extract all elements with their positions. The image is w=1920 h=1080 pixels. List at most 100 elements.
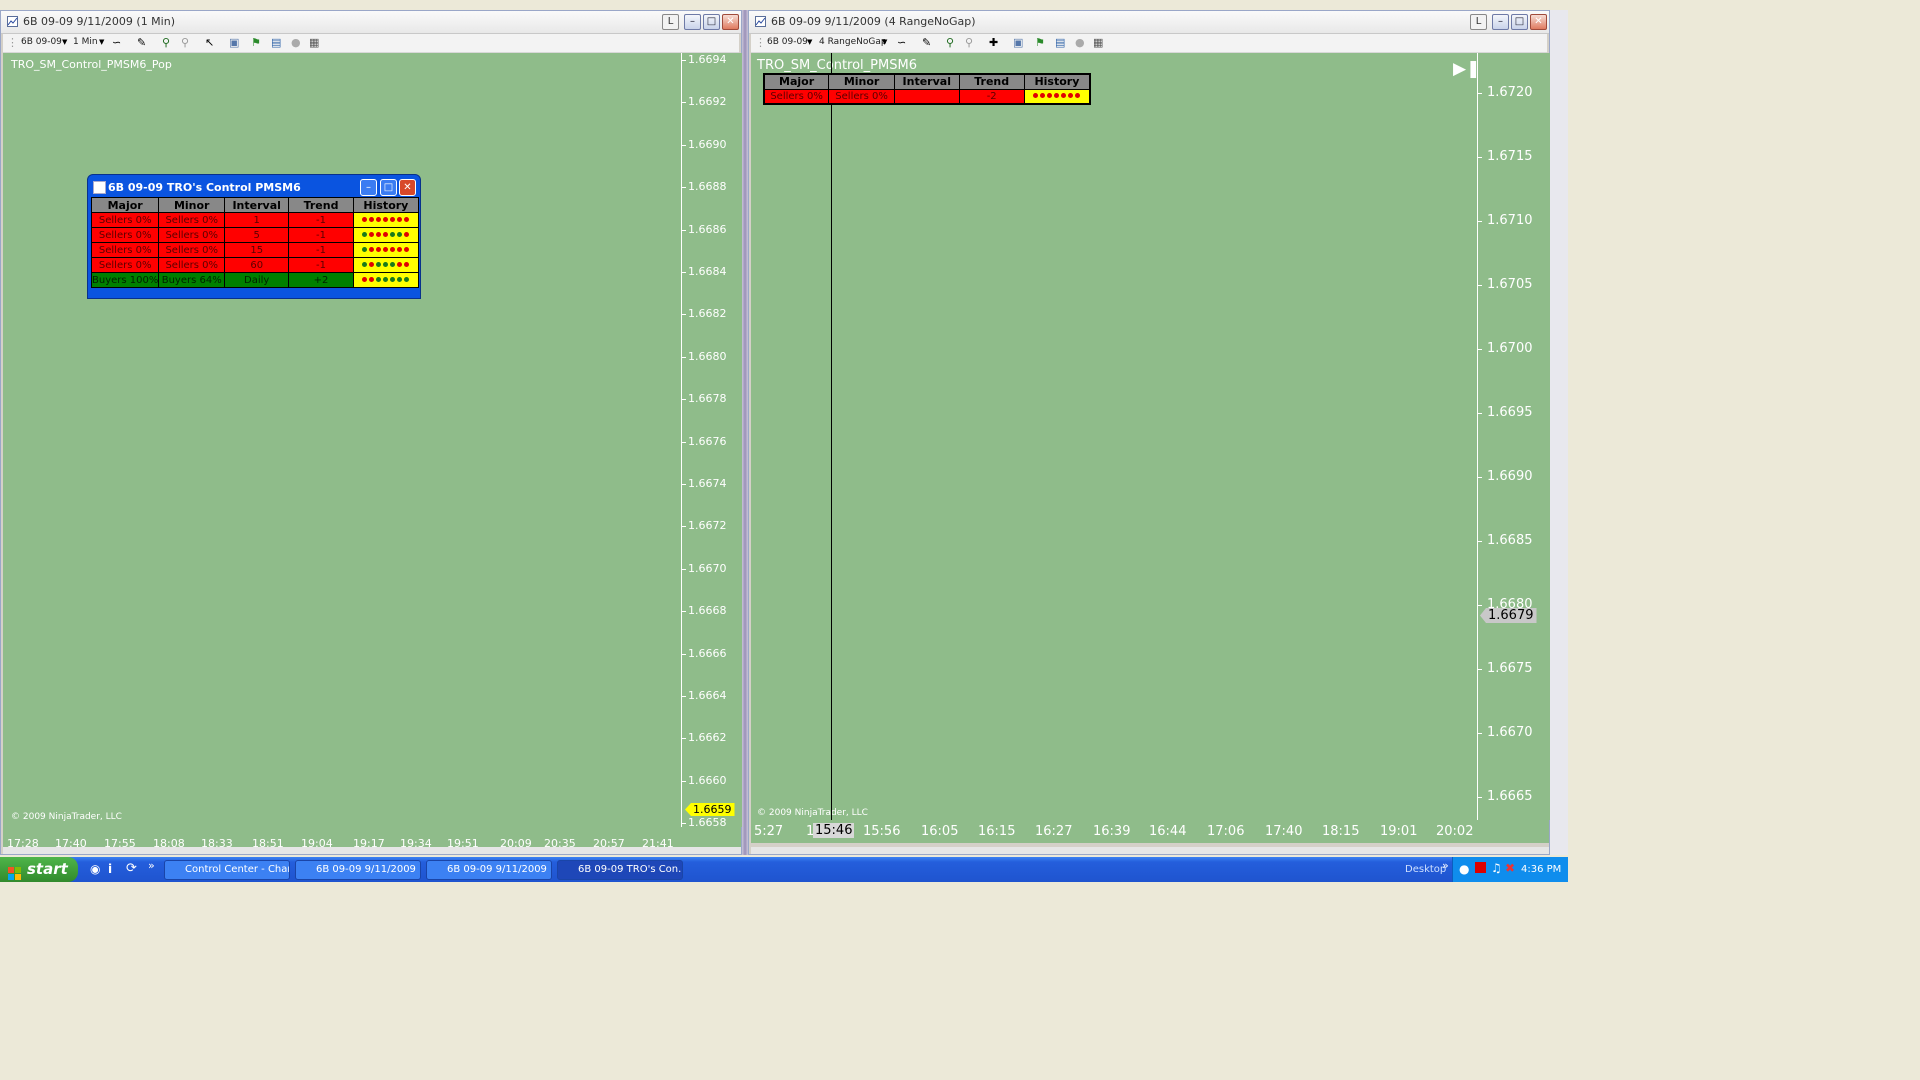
price-tick (1478, 733, 1482, 734)
right-time-axis[interactable]: 5:27 1 15:56 16:05 16:15 16:27 16:39 16:44 17:06… (751, 820, 1549, 843)
close-button[interactable]: ✕ (1530, 14, 1547, 30)
left-scrollbar[interactable] (3, 847, 741, 854)
price-label: 1.6670 (1487, 725, 1533, 740)
right-title-bar[interactable]: 6B 09-09 9/11/2009 (4 RangeNoGap) L – □ … (749, 11, 1549, 34)
left-title-bar[interactable]: 6B 09-09 9/11/2009 (1 Min) L – □ ✕ (1, 11, 741, 34)
chevron-down-icon[interactable]: ▼ (99, 36, 104, 49)
trend-cell: -1 (288, 212, 354, 228)
table-row: Sellers 0% Sellers 0% 15 -1 (90, 242, 420, 258)
history-dot (390, 232, 396, 237)
chevron-down-icon[interactable]: ▼ (882, 36, 887, 49)
quick-launch-info-icon[interactable]: i (108, 862, 112, 876)
price-label: 1.6684 (688, 265, 727, 278)
taskbar-button-chart-1min[interactable]: 6B 09-09 9/11/2009 ... (295, 860, 421, 880)
zoom-in-icon[interactable]: ⚲ (946, 36, 954, 49)
indicators-icon[interactable]: ▤ (1055, 36, 1065, 49)
chevron-down-icon[interactable]: ▼ (807, 36, 812, 49)
link-button[interactable]: L (662, 14, 679, 30)
table-header-row: Major Minor Interval Trend History (763, 73, 1091, 90)
left-chart-window[interactable]: 6B 09-09 9/11/2009 (1 Min) L – □ ✕ ⋮ 6B … (0, 10, 742, 855)
tray-volume-icon[interactable]: ♫ (1491, 861, 1502, 875)
indicator-label: TRO_SM_Control_PMSM6_Pop (11, 58, 172, 71)
strategy-icon[interactable]: ⚑ (251, 36, 261, 49)
tray-app-icon[interactable] (1475, 862, 1486, 873)
interval-selector[interactable]: 1 Min (73, 37, 98, 47)
quick-launch-browser-icon[interactable]: ◉ (90, 862, 100, 876)
maximize-button[interactable]: □ (380, 179, 397, 196)
crosshair-icon[interactable]: ✚ (989, 36, 998, 49)
indicators-icon[interactable]: ▤ (271, 36, 281, 49)
maximize-button[interactable]: □ (703, 14, 720, 30)
zoom-out-icon[interactable]: ⚲ (181, 36, 189, 49)
properties-icon[interactable]: ● (1075, 36, 1085, 49)
price-tick (1478, 93, 1482, 94)
desktop-toolbar-label[interactable]: Desktop (1405, 864, 1446, 875)
quick-launch-more-icon[interactable]: » (148, 859, 155, 872)
minor-cell: Buyers 64% (158, 272, 226, 288)
instrument-selector[interactable]: 6B 09-09 (21, 37, 62, 47)
close-button[interactable]: ✕ (722, 14, 739, 30)
cursor-icon[interactable]: ↖ (205, 36, 214, 49)
minimize-button[interactable]: – (360, 179, 377, 196)
taskbar-button-control-center[interactable]: Control Center - Char... (164, 860, 290, 880)
tray-security-icon[interactable]: ✖ (1505, 861, 1515, 875)
history-dot (369, 262, 375, 267)
maximize-button[interactable]: □ (1511, 14, 1528, 30)
history-dot (1061, 93, 1067, 99)
instrument-selector[interactable]: 6B 09-09 (767, 37, 808, 47)
more-icon[interactable]: » (1442, 859, 1449, 872)
link-button[interactable]: L (1470, 14, 1487, 30)
snapshot-icon[interactable]: ▣ (1013, 36, 1023, 49)
interval-selector[interactable]: 4 RangeNoGap (819, 37, 887, 47)
time-label: 16:44 (1149, 824, 1187, 839)
left-price-axis[interactable]: 1.6694 1.6692 1.6690 1.6688 1.6686 1.6684 1.66… (681, 53, 742, 829)
column-header: Major (90, 197, 160, 213)
major-cell: Sellers 0% (763, 88, 830, 105)
right-price-panel[interactable]: TRO_SM_Control_PMSM6 © 2009 NinjaTrader,… (751, 53, 1480, 820)
price-label: 1.6710 (1487, 213, 1533, 228)
price-tick (1478, 605, 1482, 606)
minimize-button[interactable]: – (1492, 14, 1509, 30)
pencil-icon[interactable]: ✎ (137, 36, 146, 49)
zoom-out-icon[interactable]: ⚲ (965, 36, 973, 49)
left-price-panel[interactable]: TRO_SM_Control_PMSM6_Pop © 2009 NinjaTra… (3, 53, 681, 827)
data-box-icon[interactable]: ▦ (1093, 36, 1103, 49)
chevron-down-icon[interactable]: ▼ (62, 36, 67, 49)
pencil-icon[interactable]: ✎ (922, 36, 931, 49)
control-table: Major Minor Interval Trend History Selle… (763, 73, 1091, 105)
tray-network-icon[interactable]: ● (1459, 862, 1469, 876)
drawing-tools-icon[interactable]: ∽ (112, 36, 121, 49)
price-tick (1478, 157, 1482, 158)
zoom-in-icon[interactable]: ⚲ (162, 36, 170, 49)
price-label: 1.6690 (688, 137, 727, 151)
snapshot-icon[interactable]: ▣ (229, 36, 239, 49)
price-label: 1.6675 (1487, 661, 1533, 676)
price-label: 1.6690 (1487, 469, 1533, 484)
column-header: Interval (893, 73, 960, 90)
right-scrollbar[interactable] (751, 847, 1549, 854)
price-tick (682, 187, 686, 189)
drawing-tools-icon[interactable]: ∽ (897, 36, 906, 49)
history-dot (376, 217, 382, 222)
price-tick (682, 314, 686, 316)
price-tick (1478, 285, 1482, 286)
price-label: 1.6695 (1487, 405, 1533, 420)
right-price-axis[interactable]: 1.6720 1.6715 1.6710 1.6705 1.6700 1.6695 1.66… (1477, 53, 1550, 820)
price-tick (682, 738, 686, 740)
history-dot (404, 247, 410, 252)
right-chart-window[interactable]: 6B 09-09 9/11/2009 (4 RangeNoGap) L – □ … (748, 10, 1550, 855)
data-box-icon[interactable]: ▦ (309, 36, 319, 49)
properties-icon[interactable]: ● (291, 36, 301, 49)
left-time-axis[interactable]: 17:28 17:40 17:55 18:08 18:33 18:51 19:04 19:17… (3, 827, 741, 850)
history-dot (404, 232, 410, 237)
strategy-icon[interactable]: ⚑ (1035, 36, 1045, 49)
taskbar-button-control-popup[interactable]: 6B 09-09 TRO's Con... (557, 860, 683, 880)
taskbar-button-chart-range[interactable]: 6B 09-09 9/11/2009 ... (426, 860, 552, 880)
quick-launch-refresh-icon[interactable]: ⟳ (126, 861, 137, 876)
price-label: 1.6664 (688, 689, 727, 702)
minimize-button[interactable]: – (684, 14, 701, 30)
close-button[interactable]: ✕ (399, 179, 416, 196)
price-label: 1.6720 (1487, 85, 1533, 100)
control-popup-window[interactable]: 6B 09-09 TRO's Control PMSM6 – □ ✕ Major… (87, 174, 421, 299)
start-button[interactable]: start (0, 857, 78, 882)
